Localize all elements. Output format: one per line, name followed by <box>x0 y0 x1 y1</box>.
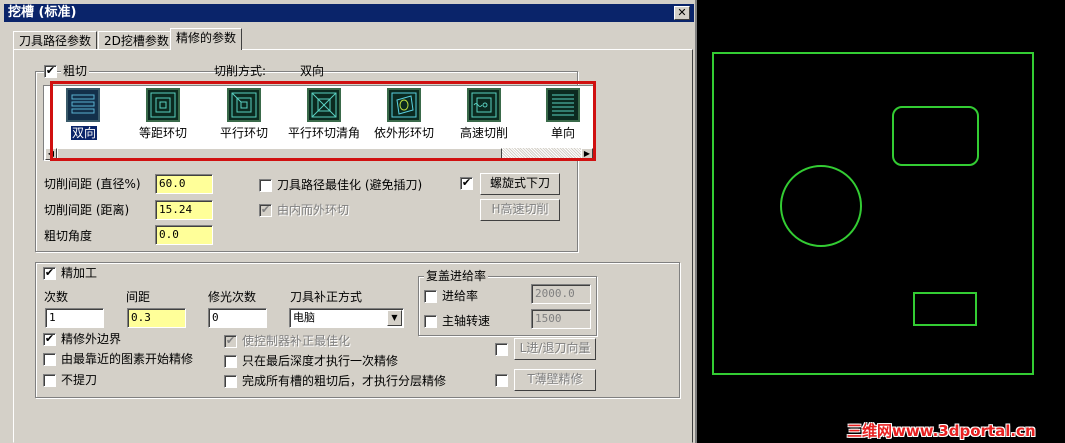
rough-angle-label: 粗切角度 <box>44 229 93 243</box>
helix-entry-button[interactable]: 螺旋式下刀 <box>480 173 560 195</box>
watermark-text: 三维网www.3dportal.cn <box>847 422 1036 440</box>
ctrl-comp-opt-label: 使控制器补正最佳化 <box>242 334 351 348</box>
passes-label: 次数 <box>44 290 69 304</box>
thin-wall-checkbox[interactable] <box>495 374 508 387</box>
tab-toolpath-params[interactable]: 刀具路径参数 <box>13 31 98 50</box>
lead-in-out-button[interactable]: L进/退刀向量 <box>514 338 596 360</box>
no-retract-checkbox[interactable] <box>43 374 56 387</box>
rough-label: 粗切 <box>61 64 90 78</box>
cutter-comp-label: 刀具补正方式 <box>290 290 363 304</box>
tab-finish-params[interactable]: 精修的参数 <box>170 28 243 50</box>
rough-checkbox[interactable]: ✔ <box>44 65 57 78</box>
cut-method-label: 切削方式: <box>214 64 267 78</box>
thin-wall-button[interactable]: T薄壁精修 <box>514 369 596 391</box>
chevron-down-icon[interactable]: ▼ <box>387 310 402 326</box>
ctrl-comp-opt-checkbox[interactable]: ✔ <box>224 335 237 348</box>
pocket-dialog: 挖槽 (标准) ✕ 刀具路径参数 2D挖槽参数 精修的参数 ✔ 粗切 切削方式:… <box>0 0 697 443</box>
final-depth-checkbox[interactable] <box>224 355 237 368</box>
finish-checkbox[interactable]: ✔ <box>43 267 56 280</box>
no-retract-label: 不提刀 <box>61 373 98 387</box>
spindle-speed-checkbox[interactable] <box>424 315 437 328</box>
passes-input[interactable]: 1 <box>45 308 104 328</box>
inside-out-checkbox[interactable]: ✔ <box>259 204 272 217</box>
title-bar: 挖槽 (标准) ✕ <box>4 4 694 22</box>
close-button[interactable]: ✕ <box>674 6 690 20</box>
after-rough-checkbox[interactable] <box>224 375 237 388</box>
cutter-comp-value: 电脑 <box>293 311 315 324</box>
window-title: 挖槽 (标准) <box>8 5 77 20</box>
spacing-label: 间距 <box>126 290 151 304</box>
cad-graphics-area[interactable] <box>698 0 1065 443</box>
stepover-dist-label: 切削间距 (距离) <box>44 203 130 217</box>
feed-rate-input[interactable]: 2000.0 <box>531 284 591 304</box>
spacing-input[interactable]: 0.3 <box>127 308 186 328</box>
outer-boundary-label: 精修外边界 <box>61 332 122 346</box>
pocket-rounded-rect[interactable] <box>892 106 979 166</box>
cutter-comp-select[interactable]: 电脑 ▼ <box>289 308 404 328</box>
stepover-pct-input[interactable]: 60.0 <box>155 174 213 194</box>
override-feed-title: 复盖进给率 <box>424 269 489 283</box>
optimize-label: 刀具路径最佳化 (避免插刀) <box>277 178 423 192</box>
feed-rate-label: 进给率 <box>442 289 479 303</box>
spindle-speed-label: 主轴转速 <box>442 314 491 328</box>
pocket-circle[interactable] <box>780 165 862 247</box>
tab-2d-pocket-params[interactable]: 2D挖槽参数 <box>98 31 175 50</box>
helix-checkbox[interactable]: ✔ <box>460 177 473 190</box>
outer-boundary-checkbox[interactable]: ✔ <box>43 333 56 346</box>
cut-method-value: 双向 <box>300 64 325 78</box>
spring-passes-label: 修光次数 <box>208 290 257 304</box>
feed-rate-checkbox[interactable] <box>424 290 437 303</box>
rough-angle-input[interactable]: 0.0 <box>155 225 213 245</box>
after-rough-label: 完成所有槽的粗切后，才执行分层精修 <box>242 374 447 388</box>
lead-in-out-checkbox[interactable] <box>495 343 508 356</box>
high-speed-button[interactable]: H高速切削 <box>480 199 560 221</box>
nearest-entity-label: 由最靠近的图素开始精修 <box>61 352 194 366</box>
nearest-entity-checkbox[interactable] <box>43 353 56 366</box>
spring-passes-input[interactable]: 0 <box>208 308 267 328</box>
spindle-speed-input[interactable]: 1500 <box>531 309 591 329</box>
final-depth-label: 只在最后深度才执行一次精修 <box>242 354 399 368</box>
pocket-small-rect[interactable] <box>913 292 977 326</box>
stepover-pct-label: 切削间距 (直径%) <box>44 177 141 191</box>
highlight-annotation <box>50 81 596 161</box>
finish-label: 精加工 <box>61 266 98 280</box>
close-icon: ✕ <box>677 6 687 19</box>
optimize-checkbox[interactable] <box>259 179 272 192</box>
pocket-outer-boundary[interactable] <box>712 52 1034 375</box>
stepover-dist-input[interactable]: 15.24 <box>155 200 213 220</box>
inside-out-label: 由内而外环切 <box>277 203 350 217</box>
